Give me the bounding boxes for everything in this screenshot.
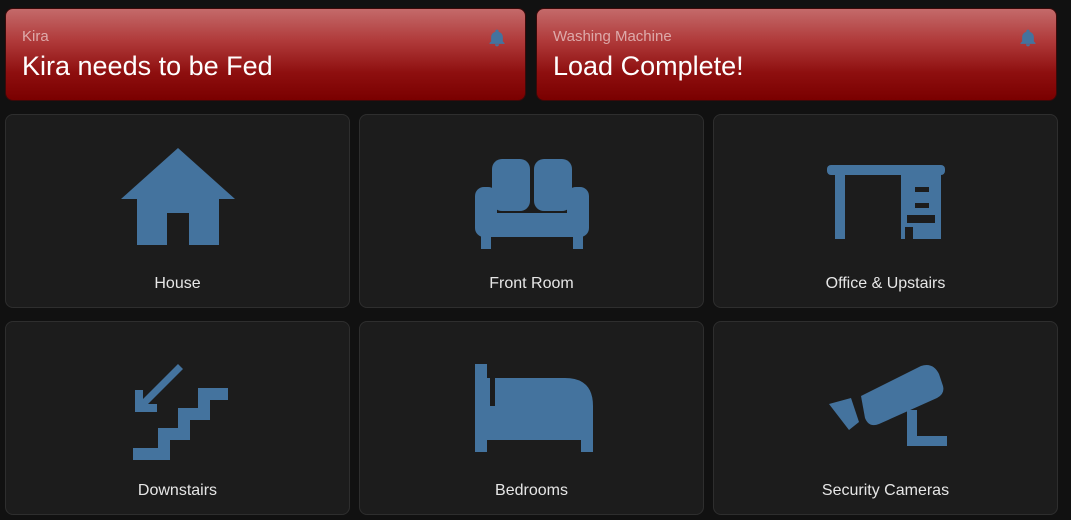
alert-message: Load Complete! <box>553 51 744 81</box>
tile-label: Office & Upstairs <box>825 275 946 292</box>
dashboard: Kira Kira needs to be Fed Washing Machin… <box>0 0 1071 520</box>
alert-card-kira[interactable]: Kira Kira needs to be Fed <box>5 8 526 101</box>
tile-front-room[interactable]: Front Room <box>359 114 704 308</box>
tile-label: Security Cameras <box>821 482 950 499</box>
bed-icon <box>474 364 593 452</box>
tile-label: Bedrooms <box>495 482 568 499</box>
stairs-down-icon <box>132 364 228 460</box>
alert-label: Kira <box>22 28 49 45</box>
desk-icon <box>826 165 945 239</box>
alert-label: Washing Machine <box>553 28 672 45</box>
sofa-icon <box>474 159 589 249</box>
bell-icon <box>1020 29 1036 47</box>
house-icon <box>120 148 235 245</box>
tile-bedrooms[interactable]: Bedrooms <box>359 321 704 515</box>
tile-label: Downstairs <box>137 482 218 499</box>
bell-icon <box>489 29 505 47</box>
tile-security-cameras[interactable]: Security Cameras <box>713 321 1058 515</box>
tile-label: House <box>154 275 201 292</box>
tile-house[interactable]: House <box>5 114 350 308</box>
cctv-icon <box>828 365 947 446</box>
tile-office-upstairs[interactable]: Office & Upstairs <box>713 114 1058 308</box>
tile-label: Front Room <box>489 275 574 292</box>
alert-message: Kira needs to be Fed <box>22 51 273 81</box>
alert-card-washing-machine[interactable]: Washing Machine Load Complete! <box>536 8 1057 101</box>
tile-downstairs[interactable]: Downstairs <box>5 321 350 515</box>
